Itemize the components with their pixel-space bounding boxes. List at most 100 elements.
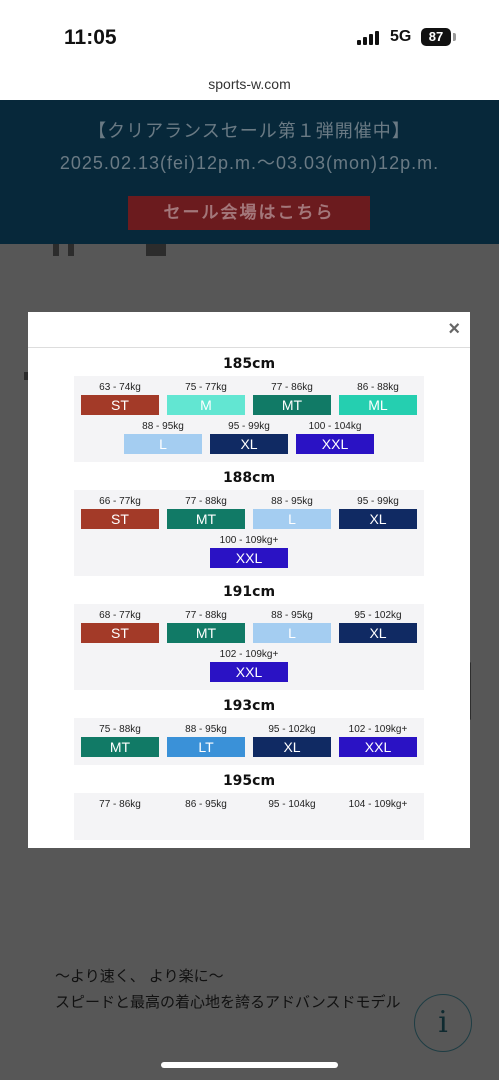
size-cell: 75 - 88kg MT	[81, 722, 159, 757]
height-heading: 191cm	[222, 584, 276, 600]
status-bar: 11:05 5G 87	[0, 0, 499, 68]
size-row: 100 - 109kg+ XXL	[78, 533, 420, 568]
url-bar[interactable]: sports-w.com	[0, 68, 499, 100]
size-label: XL	[339, 509, 417, 529]
size-label	[339, 812, 417, 832]
size-cell: 95 - 102kg XL	[253, 722, 331, 757]
weight-range: 77 - 88kg	[185, 496, 227, 507]
weight-range: 100 - 109kg+	[219, 535, 279, 546]
weight-range: 95 - 99kg	[228, 421, 270, 432]
size-cell: 88 - 95kg L	[253, 494, 331, 529]
network-label: 5G	[390, 28, 412, 45]
size-row: 63 - 74kg ST 75 - 77kg M 77 - 86kg MT 86 - 88k…	[78, 380, 420, 415]
height-section: 68 - 77kg ST 77 - 88kg MT 88 - 95kg L 95 - 102…	[74, 604, 424, 690]
weight-range: 88 - 95kg	[271, 610, 313, 621]
size-label: ML	[339, 395, 417, 415]
height-heading: 185cm	[222, 356, 276, 372]
size-cell: 88 - 95kg L	[124, 419, 202, 454]
size-label: XXL	[210, 548, 288, 568]
size-label: XXL	[339, 737, 417, 757]
description-line: 〜より速く、 より楽に〜	[55, 968, 224, 985]
height-section: 77 - 86kg 86 - 95kg 95 - 104kg 104 - 109kg+	[74, 793, 424, 840]
size-label: XXL	[210, 662, 288, 682]
info-button[interactable]: i	[414, 994, 472, 1052]
size-cell: 102 - 109kg+ XXL	[210, 647, 288, 682]
weight-range: 95 - 102kg	[268, 724, 316, 735]
home-indicator	[161, 1062, 338, 1068]
size-cell: 86 - 88kg ML	[339, 380, 417, 415]
size-cell: 104 - 109kg+	[339, 797, 417, 832]
size-cell: 95 - 102kg XL	[339, 608, 417, 643]
height-heading: 195cm	[222, 773, 276, 789]
bg-product-shape	[146, 244, 166, 256]
size-label: XL	[210, 434, 288, 454]
size-row: 66 - 77kg ST 77 - 88kg MT 88 - 95kg L 95 - 99k…	[78, 494, 420, 529]
weight-range: 75 - 77kg	[185, 382, 227, 393]
size-label: XL	[339, 623, 417, 643]
product-description: 〜より速く、 より楽に〜 スピードと最高の着心地を誇るアドバンスドモデル	[55, 964, 465, 1016]
size-cell: 63 - 74kg ST	[81, 380, 159, 415]
weight-range: 104 - 109kg+	[348, 799, 408, 810]
bg-product-shape	[53, 244, 59, 256]
size-cell: 77 - 86kg MT	[253, 380, 331, 415]
weight-range: 102 - 109kg+	[348, 724, 408, 735]
size-row: 77 - 86kg 86 - 95kg 95 - 104kg 104 - 109kg+	[78, 797, 420, 832]
size-cell: 88 - 95kg L	[253, 608, 331, 643]
weight-range: 88 - 95kg	[142, 421, 184, 432]
weight-range: 102 - 109kg+	[219, 649, 279, 660]
size-cell: 88 - 95kg LT	[167, 722, 245, 757]
promo-banner: 【クリアランスセール第１弾開催中】 2025.02.13(fei)12p.m.～…	[0, 100, 499, 244]
size-row: 68 - 77kg ST 77 - 88kg MT 88 - 95kg L 95 - 102…	[78, 608, 420, 643]
description-line: スピードと最高の着心地を誇るアドバンスドモデル	[55, 994, 401, 1011]
size-row: 75 - 88kg MT 88 - 95kg LT 95 - 102kg XL 102 - …	[78, 722, 420, 757]
size-cell: 102 - 109kg+ XXL	[339, 722, 417, 757]
size-label: M	[167, 395, 245, 415]
weight-range: 66 - 77kg	[99, 496, 141, 507]
size-label: L	[124, 434, 202, 454]
size-label: ST	[81, 623, 159, 643]
size-label: ST	[81, 509, 159, 529]
battery-icon: 87	[421, 28, 451, 46]
size-cell: 95 - 104kg	[253, 797, 331, 832]
weight-range: 95 - 104kg	[268, 799, 316, 810]
weight-range: 77 - 86kg	[99, 799, 141, 810]
weight-range: 88 - 95kg	[185, 724, 227, 735]
weight-range: 100 - 104kg	[308, 421, 362, 432]
size-chart: 185cm 63 - 74kg ST 75 - 77kg M 77 - 86kg MT 86 …	[28, 348, 470, 848]
size-cell: 66 - 77kg ST	[81, 494, 159, 529]
size-label: L	[253, 509, 331, 529]
size-label	[167, 812, 245, 832]
size-cell: 95 - 99kg XL	[210, 419, 288, 454]
promo-title: 【クリアランスセール第１弾開催中】	[88, 121, 411, 141]
size-cell: 68 - 77kg ST	[81, 608, 159, 643]
size-cell: 77 - 88kg MT	[167, 494, 245, 529]
close-button[interactable]: ×	[448, 318, 460, 341]
size-row: 102 - 109kg+ XXL	[78, 647, 420, 682]
weight-range: 77 - 86kg	[271, 382, 313, 393]
size-cell: 86 - 95kg	[167, 797, 245, 832]
weight-range: 86 - 88kg	[357, 382, 399, 393]
size-label: L	[253, 623, 331, 643]
size-cell: 77 - 86kg	[81, 797, 159, 832]
size-label: ST	[81, 395, 159, 415]
url-text[interactable]: sports-w.com	[0, 76, 499, 92]
weight-range: 86 - 95kg	[185, 799, 227, 810]
size-chart-modal: × 185cm 63 - 74kg ST 75 - 77kg M 77 - 86kg MT 8…	[28, 312, 470, 848]
height-section: 63 - 74kg ST 75 - 77kg M 77 - 86kg MT 86 - 88k…	[74, 376, 424, 462]
size-cell: 100 - 104kg XXL	[296, 419, 374, 454]
height-heading: 193cm	[222, 698, 276, 714]
sale-link-button[interactable]: セール会場はこちら	[128, 196, 370, 230]
size-cell: 95 - 99kg XL	[339, 494, 417, 529]
weight-range: 75 - 88kg	[99, 724, 141, 735]
battery-tip	[453, 33, 456, 41]
height-heading: 188cm	[222, 470, 276, 486]
size-label	[253, 812, 331, 832]
size-cell: 75 - 77kg M	[167, 380, 245, 415]
size-cell: 77 - 88kg MT	[167, 608, 245, 643]
size-label: MT	[167, 623, 245, 643]
size-label: XXL	[296, 434, 374, 454]
weight-range: 77 - 88kg	[185, 610, 227, 621]
height-section: 66 - 77kg ST 77 - 88kg MT 88 - 95kg L 95 - 99k…	[74, 490, 424, 576]
weight-range: 88 - 95kg	[271, 496, 313, 507]
weight-range: 95 - 102kg	[354, 610, 402, 621]
